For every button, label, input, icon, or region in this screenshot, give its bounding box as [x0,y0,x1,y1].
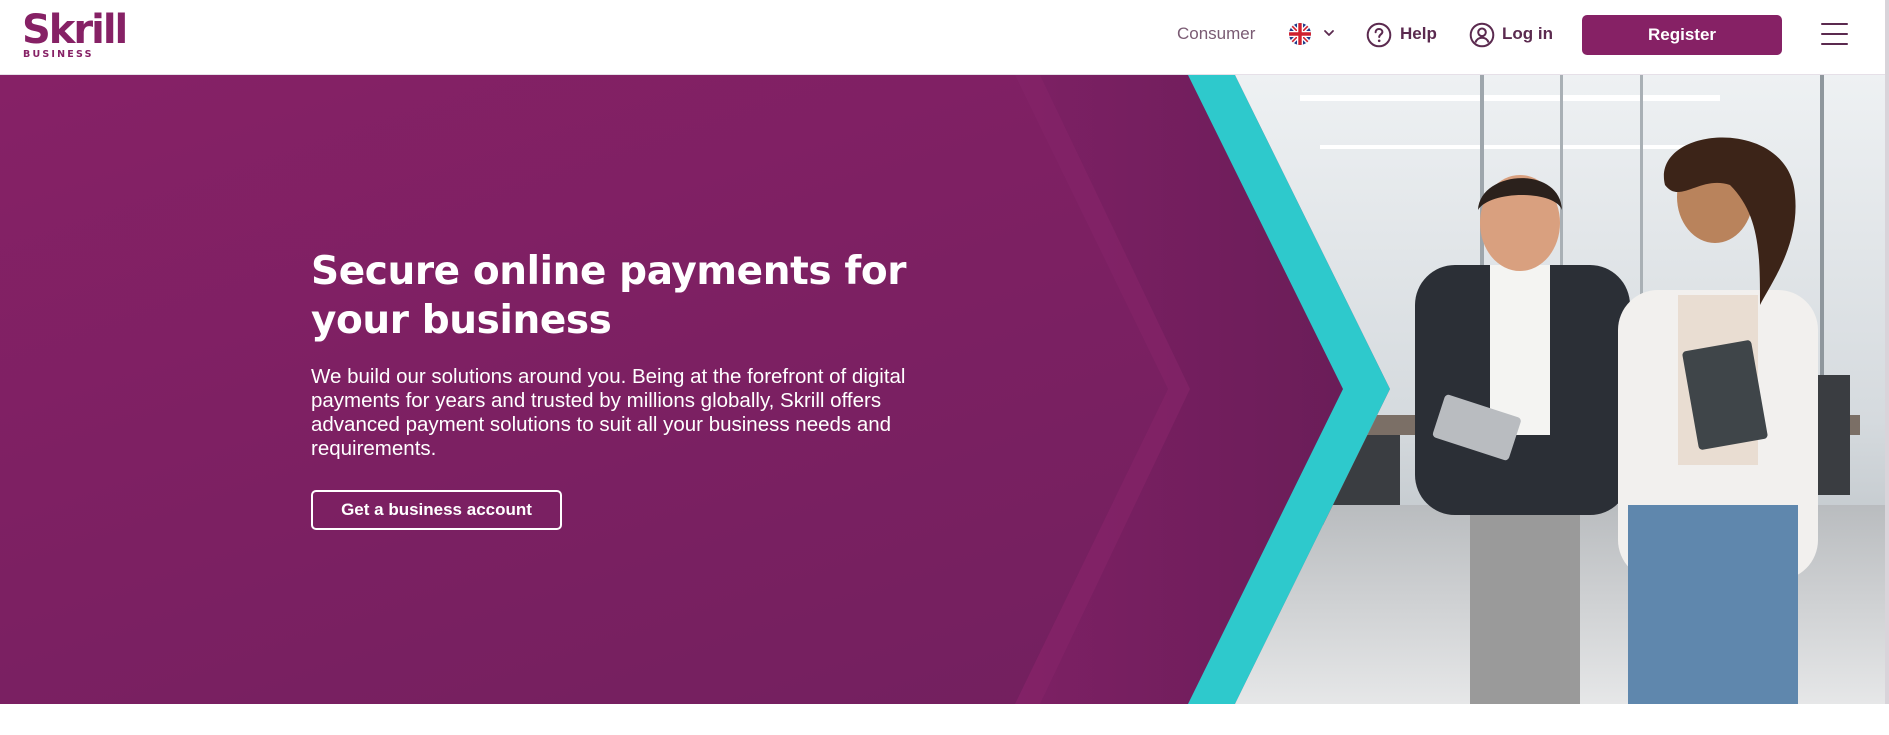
logo-subtitle: BUSINESS [23,49,94,60]
hamburger-icon[interactable] [1821,20,1848,48]
skrill-business-logo[interactable]: Skrill BUSINESS [22,8,132,62]
chevron-down-icon [1322,26,1336,40]
hero-background-artwork [0,75,1889,704]
language-selector[interactable] [1289,21,1339,47]
login-label: Log in [1502,24,1553,43]
top-navigation-bar: Skrill BUSINESS Consumer Help Log in Reg… [0,0,1889,75]
register-button[interactable]: Register [1582,15,1782,55]
help-label: Help [1400,24,1437,43]
hero-title: Secure online payments for your business [311,249,907,343]
logo-wordmark: Skrill [22,7,128,53]
help-icon [1366,22,1392,48]
uk-flag-icon [1289,23,1311,45]
get-business-account-button[interactable]: Get a business account [311,490,562,530]
hero-section: Secure online payments for your business… [0,75,1889,704]
nav-link-consumer[interactable]: Consumer [1177,22,1255,46]
hero-description: We build our solutions around you. Being… [311,365,906,460]
page-scrollbar[interactable] [1885,0,1889,704]
user-account-icon [1469,22,1495,48]
